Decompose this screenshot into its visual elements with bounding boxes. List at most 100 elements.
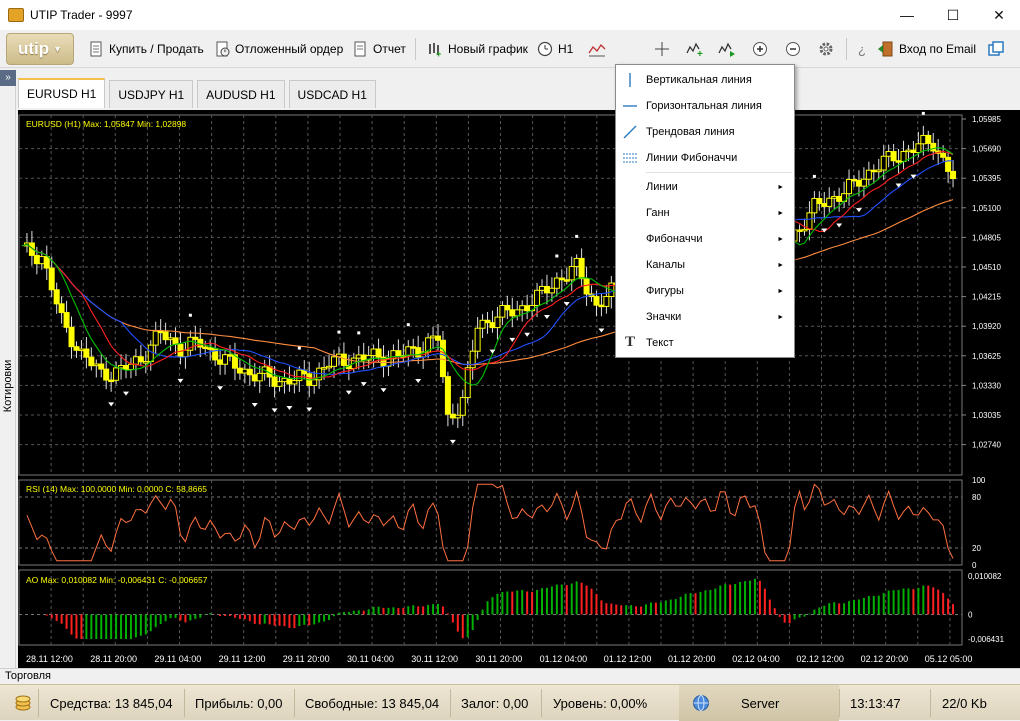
trading-panel-header[interactable]: Торговля: [0, 668, 1020, 684]
candle-body: [142, 361, 149, 364]
candle-body: [108, 379, 115, 383]
menu-item-marks[interactable]: Значки ►: [616, 305, 794, 329]
fractal-down-marker: [251, 402, 258, 407]
candle-body: [519, 305, 526, 311]
time-tick-label: 29.11 12:00: [219, 654, 266, 664]
zoom-in-button[interactable]: [752, 36, 773, 62]
menu-item-fibonacci-lines[interactable]: Линии Фибоначчи: [616, 146, 794, 170]
menu-item-gann[interactable]: Ганн ►: [616, 201, 794, 225]
candle-body: [821, 203, 828, 207]
candle-body: [326, 365, 333, 369]
candle-body: [524, 305, 531, 312]
menu-item-trend-line[interactable]: Трендовая линия: [616, 120, 794, 144]
candle-body: [484, 319, 491, 324]
price-tick-label: 1,05985: [972, 115, 1001, 124]
signals-button[interactable]: [718, 36, 739, 62]
rsi-tick-label: 0: [972, 561, 977, 570]
trend-line-icon: [623, 125, 637, 139]
tab-usdcad[interactable]: USDCAD H1: [288, 80, 376, 108]
menu-item-text[interactable]: T Текст: [616, 331, 794, 355]
candle-body: [578, 257, 585, 280]
login-email-button[interactable]: Вход по Email: [878, 36, 976, 62]
candle-body: [439, 339, 446, 378]
candle-body: [103, 368, 110, 381]
fractal-down-marker: [108, 402, 115, 407]
time-tick-label: 30.11 12:00: [411, 654, 458, 664]
menu-item-label: Линии: [646, 181, 678, 193]
expand-panel-button[interactable]: »: [0, 70, 16, 86]
candle-body: [905, 149, 912, 153]
menu-item-horizontal-line[interactable]: Горизонтальная линия: [616, 94, 794, 118]
candle-body: [459, 397, 466, 416]
settings-button[interactable]: [818, 36, 839, 62]
chart-type-button[interactable]: [588, 36, 609, 62]
fractal-down-marker: [286, 406, 293, 411]
svg-text:+: +: [697, 49, 703, 57]
candle-body: [449, 413, 456, 419]
status-separator: [839, 689, 840, 717]
candle-body: [583, 278, 590, 295]
time-tick-label: 30.11 20:00: [475, 654, 522, 664]
new-chart-button[interactable]: + Новый график: [427, 36, 528, 62]
app-icon: [8, 8, 24, 22]
candle-body: [123, 365, 129, 371]
price-tick-label: 1,05395: [972, 174, 1001, 183]
time-tick-label: 30.11 04:00: [347, 654, 394, 664]
chart-area[interactable]: 1,05985 1,05690 1,05395 1,05100 1,04805 1,045…: [18, 110, 1020, 668]
crosshair-button[interactable]: [654, 36, 675, 62]
submenu-arrow-icon: ►: [777, 235, 784, 243]
tab-eurusd[interactable]: EURUSD H1: [18, 78, 106, 108]
fractal-up-marker: [357, 331, 361, 335]
candle-body: [78, 348, 85, 352]
fractal-up-marker: [575, 234, 579, 238]
fractal-up-marker: [337, 330, 341, 334]
pending-order-button[interactable]: Отложенный ордер: [214, 36, 343, 62]
ma-long-line: [21, 199, 954, 366]
menu-item-vertical-line[interactable]: Вертикальная линия: [616, 68, 794, 92]
maximize-button[interactable]: ☐: [930, 0, 976, 30]
menu-separator: [646, 172, 792, 173]
indicators-button[interactable]: +: [686, 36, 707, 62]
menu-item-label: Текст: [646, 337, 674, 349]
fractal-up-marker: [812, 174, 816, 178]
time-tick-label: 29.11 04:00: [154, 654, 201, 664]
minimize-button[interactable]: —: [884, 0, 930, 30]
chart-canvas[interactable]: 1,05985 1,05690 1,05395 1,05100 1,04805 1,045…: [18, 110, 1020, 668]
utip-menu-button[interactable]: utip ▼: [6, 33, 74, 65]
text-icon: T: [625, 334, 636, 350]
quotes-panel-label[interactable]: Котировки: [2, 356, 14, 416]
candle-body: [147, 344, 154, 363]
fractal-down-marker: [598, 328, 605, 333]
candle-body: [945, 156, 952, 172]
menu-item-shapes[interactable]: Фигуры ►: [616, 279, 794, 303]
time-tick-label: 01.12 20:00: [668, 654, 716, 664]
report-button[interactable]: Отчет: [352, 36, 406, 62]
report-label: Отчет: [373, 42, 406, 56]
price-tick-label: 1,03920: [972, 322, 1001, 331]
menu-item-lines[interactable]: Линии ►: [616, 175, 794, 199]
tab-usdjpy[interactable]: USDJPY H1: [109, 80, 194, 108]
traffic-counter: 22/0 Kb: [942, 695, 987, 711]
time-tick-label: 02.12 04:00: [732, 654, 780, 664]
fractal-down-marker: [380, 388, 387, 393]
help-button[interactable]: ¿: [857, 36, 878, 62]
menu-item-channels[interactable]: Каналы ►: [616, 253, 794, 277]
buy-sell-button[interactable]: Купить / Продать: [88, 36, 204, 62]
close-button[interactable]: ✕: [976, 0, 1020, 30]
timeframe-button[interactable]: H1: [537, 36, 573, 62]
zoom-out-button[interactable]: [785, 36, 806, 62]
candle-body: [63, 312, 70, 328]
fractal-down-marker: [123, 391, 129, 396]
candle-body: [806, 212, 813, 230]
window-layout-button[interactable]: [988, 36, 1009, 62]
fractal-down-marker: [489, 349, 496, 354]
menu-item-fibonacci[interactable]: Фибоначчи ►: [616, 227, 794, 251]
candle-body: [73, 346, 80, 351]
tab-audusd[interactable]: AUDUSD H1: [197, 80, 285, 108]
menu-item-label: Ганн: [646, 207, 670, 219]
candle-body: [360, 354, 367, 361]
candle-body: [38, 256, 45, 265]
candle-body: [816, 197, 823, 205]
candle-body: [291, 380, 298, 385]
candle-body: [836, 195, 843, 202]
